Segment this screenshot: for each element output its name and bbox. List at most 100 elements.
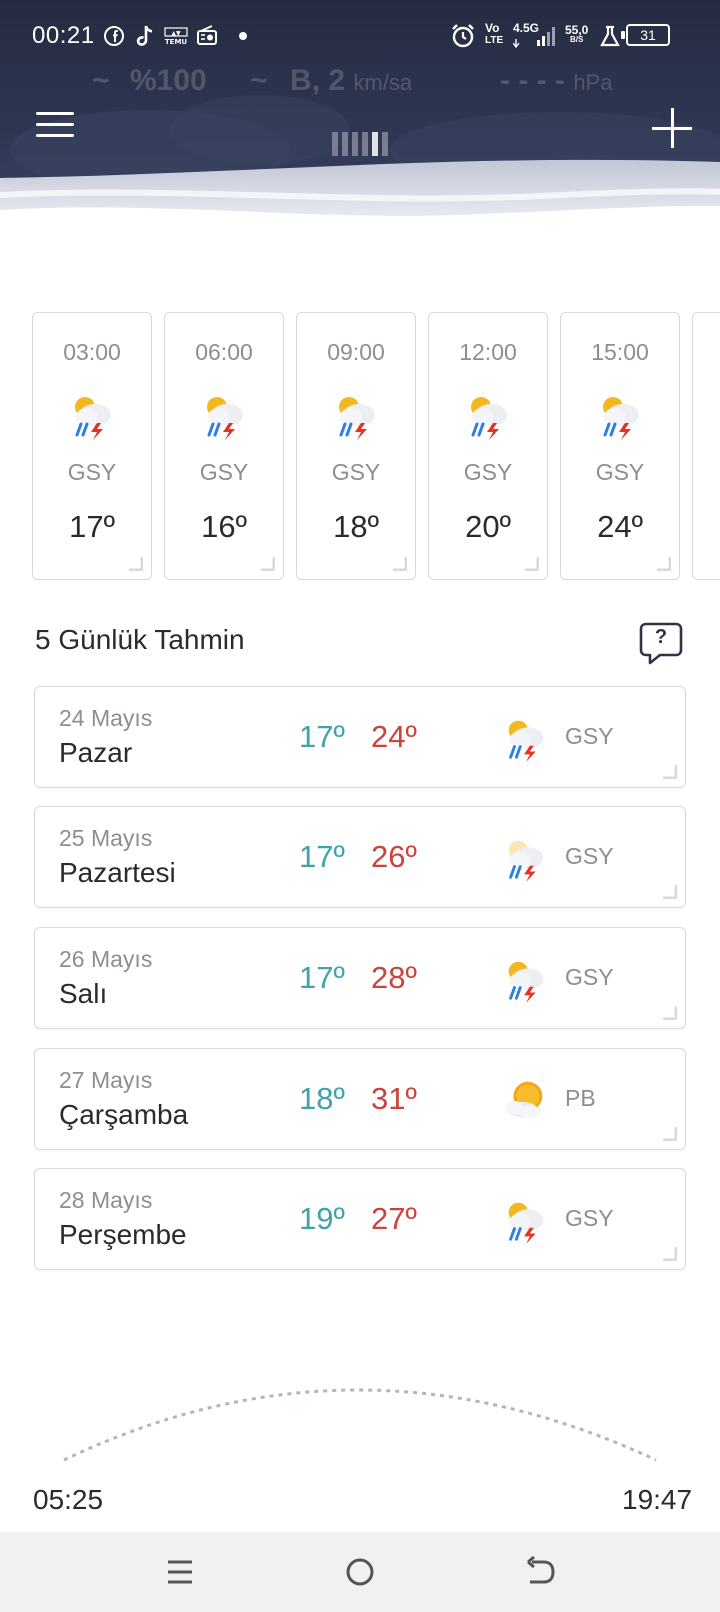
hourly-card[interactable]: 12:00 GSY 20º bbox=[428, 312, 548, 580]
expand-corner-icon bbox=[663, 1247, 677, 1261]
hour-condition: GSY bbox=[595, 459, 645, 485]
facebook-icon bbox=[104, 26, 124, 46]
expand-corner-icon bbox=[663, 765, 677, 779]
battery-icon: 31 bbox=[621, 24, 670, 46]
day-high-temp: 28º bbox=[371, 960, 417, 995]
day-date: 26 Mayıs bbox=[59, 946, 153, 972]
hour-time: 06:00 bbox=[195, 339, 253, 365]
expand-corner-icon bbox=[657, 557, 671, 571]
day-high-temp: 26º bbox=[371, 839, 417, 874]
thunderstorm-icon bbox=[75, 397, 111, 440]
day-low-temp: 17º bbox=[299, 960, 345, 995]
network-speed: 55,0 B/S bbox=[565, 23, 589, 44]
day-forecast-row[interactable]: 27 Mayıs Çarşamba 18º 31º PB bbox=[34, 1048, 686, 1150]
expand-corner-icon bbox=[129, 557, 143, 571]
hour-condition: GSY bbox=[463, 459, 513, 485]
battery-level: 31 bbox=[640, 27, 656, 43]
hourly-card[interactable]: 15:00 GSY 24º bbox=[560, 312, 680, 580]
partly-cloudy-icon bbox=[505, 1081, 543, 1118]
expand-corner-icon bbox=[261, 557, 275, 571]
menu-button[interactable] bbox=[36, 110, 76, 142]
thunderstorm-icon bbox=[508, 840, 544, 883]
back-icon[interactable] bbox=[520, 1554, 560, 1590]
lab-flask-icon bbox=[600, 25, 620, 47]
help-button[interactable]: ? bbox=[638, 620, 684, 666]
day-date: 27 Mayıs bbox=[59, 1067, 153, 1093]
thunderstorm-icon bbox=[471, 397, 507, 440]
hour-temperature: 18º bbox=[333, 509, 379, 544]
expand-corner-icon bbox=[663, 885, 677, 899]
day-name: Salı bbox=[59, 978, 108, 1009]
status-bar: 00:21 ▲▼ TEMU Vo LTE 4.5G 55,0 B/S 31 bbox=[0, 0, 720, 72]
day-date: 24 Mayıs bbox=[59, 705, 153, 731]
day-name: Pazartesi bbox=[59, 857, 176, 888]
svg-text:▲▼: ▲▼ bbox=[171, 30, 181, 37]
hour-temperature: 24º bbox=[597, 509, 643, 544]
hour-time: 03:00 bbox=[63, 339, 121, 365]
thunderstorm-icon bbox=[508, 1202, 544, 1245]
hour-condition: GSY bbox=[199, 459, 249, 485]
alarm-icon bbox=[452, 24, 474, 48]
hourly-card[interactable]: 09:00 GSY 18º bbox=[296, 312, 416, 580]
hour-condition: GSY bbox=[331, 459, 381, 485]
help-symbol: ? bbox=[654, 626, 668, 648]
day-condition: PB bbox=[565, 1085, 596, 1111]
expand-corner-icon bbox=[663, 1127, 677, 1141]
expand-corner-icon bbox=[663, 1006, 677, 1020]
day-forecast-row[interactable]: 24 Mayıs Pazar 17º 24º GSY bbox=[34, 686, 686, 788]
temu-icon: ▲▼ TEMU bbox=[164, 27, 188, 46]
thunderstorm-icon bbox=[207, 397, 243, 440]
expand-corner-icon bbox=[525, 557, 539, 571]
sunset-time: 19:47 bbox=[622, 1484, 693, 1515]
expand-corner-icon bbox=[393, 557, 407, 571]
weather-header: ~ %100 ~ B, 2 km/sa - - - - hPa 00:21 ▲▼… bbox=[0, 0, 720, 250]
status-time: 00:21 bbox=[32, 22, 95, 49]
recent-apps-icon[interactable] bbox=[160, 1554, 200, 1590]
forecast-section-title: 5 Günlük Tahmin bbox=[35, 624, 245, 655]
hour-time: 12:00 bbox=[459, 339, 517, 365]
day-condition: GSY bbox=[565, 1205, 614, 1231]
hourly-card-partial[interactable] bbox=[692, 312, 720, 580]
day-condition: GSY bbox=[565, 964, 614, 990]
hour-temperature: 17º bbox=[69, 509, 115, 544]
add-location-button[interactable] bbox=[648, 104, 696, 152]
day-forecast-row[interactable]: 28 Mayıs Perşembe 19º 27º GSY bbox=[34, 1168, 686, 1270]
volte-label: Vo LTE bbox=[485, 21, 504, 46]
day-low-temp: 18º bbox=[299, 1081, 345, 1116]
hour-condition: GSY bbox=[67, 459, 117, 485]
day-high-temp: 31º bbox=[371, 1081, 417, 1116]
hourly-forecast-strip[interactable]: 03:00 GSY 17º 06:00 GSY 16º 09:00 GSY 18… bbox=[0, 312, 720, 582]
day-name: Perşembe bbox=[59, 1219, 187, 1250]
thunderstorm-icon bbox=[339, 397, 375, 440]
notification-dot-icon bbox=[239, 32, 247, 40]
thunderstorm-icon bbox=[508, 720, 544, 763]
day-forecast-row[interactable]: 26 Mayıs Salı 17º 28º GSY bbox=[34, 927, 686, 1029]
sunrise-time: 05:25 bbox=[33, 1484, 104, 1515]
day-low-temp: 17º bbox=[299, 839, 345, 874]
thunderstorm-icon bbox=[508, 961, 544, 1004]
hour-temperature: 20º bbox=[465, 509, 511, 544]
hourly-card[interactable]: 06:00 GSY 16º bbox=[164, 312, 284, 580]
day-name: Çarşamba bbox=[59, 1099, 189, 1130]
day-name: Pazar bbox=[59, 737, 133, 768]
home-icon[interactable] bbox=[340, 1554, 380, 1590]
hour-time: 09:00 bbox=[327, 339, 385, 365]
day-date: 28 Mayıs bbox=[59, 1187, 153, 1213]
system-navigation-bar bbox=[0, 1532, 720, 1612]
day-condition: GSY bbox=[565, 723, 614, 749]
thunderstorm-icon bbox=[603, 397, 639, 440]
day-high-temp: 27º bbox=[371, 1201, 417, 1236]
hourly-card[interactable]: 03:00 GSY 17º bbox=[32, 312, 152, 580]
radio-icon bbox=[197, 25, 217, 45]
svg-text:TEMU: TEMU bbox=[165, 38, 188, 46]
day-forecast-row[interactable]: 25 Mayıs Pazartesi 17º 26º GSY bbox=[34, 806, 686, 908]
day-low-temp: 17º bbox=[299, 719, 345, 754]
tiktok-icon bbox=[136, 25, 153, 46]
day-high-temp: 24º bbox=[371, 719, 417, 754]
day-low-temp: 19º bbox=[299, 1201, 345, 1236]
hour-time: 15:00 bbox=[591, 339, 649, 365]
sun-path-arc bbox=[63, 1388, 657, 1462]
day-condition: GSY bbox=[565, 843, 614, 869]
signal-icon bbox=[513, 27, 555, 49]
day-date: 25 Mayıs bbox=[59, 825, 153, 851]
